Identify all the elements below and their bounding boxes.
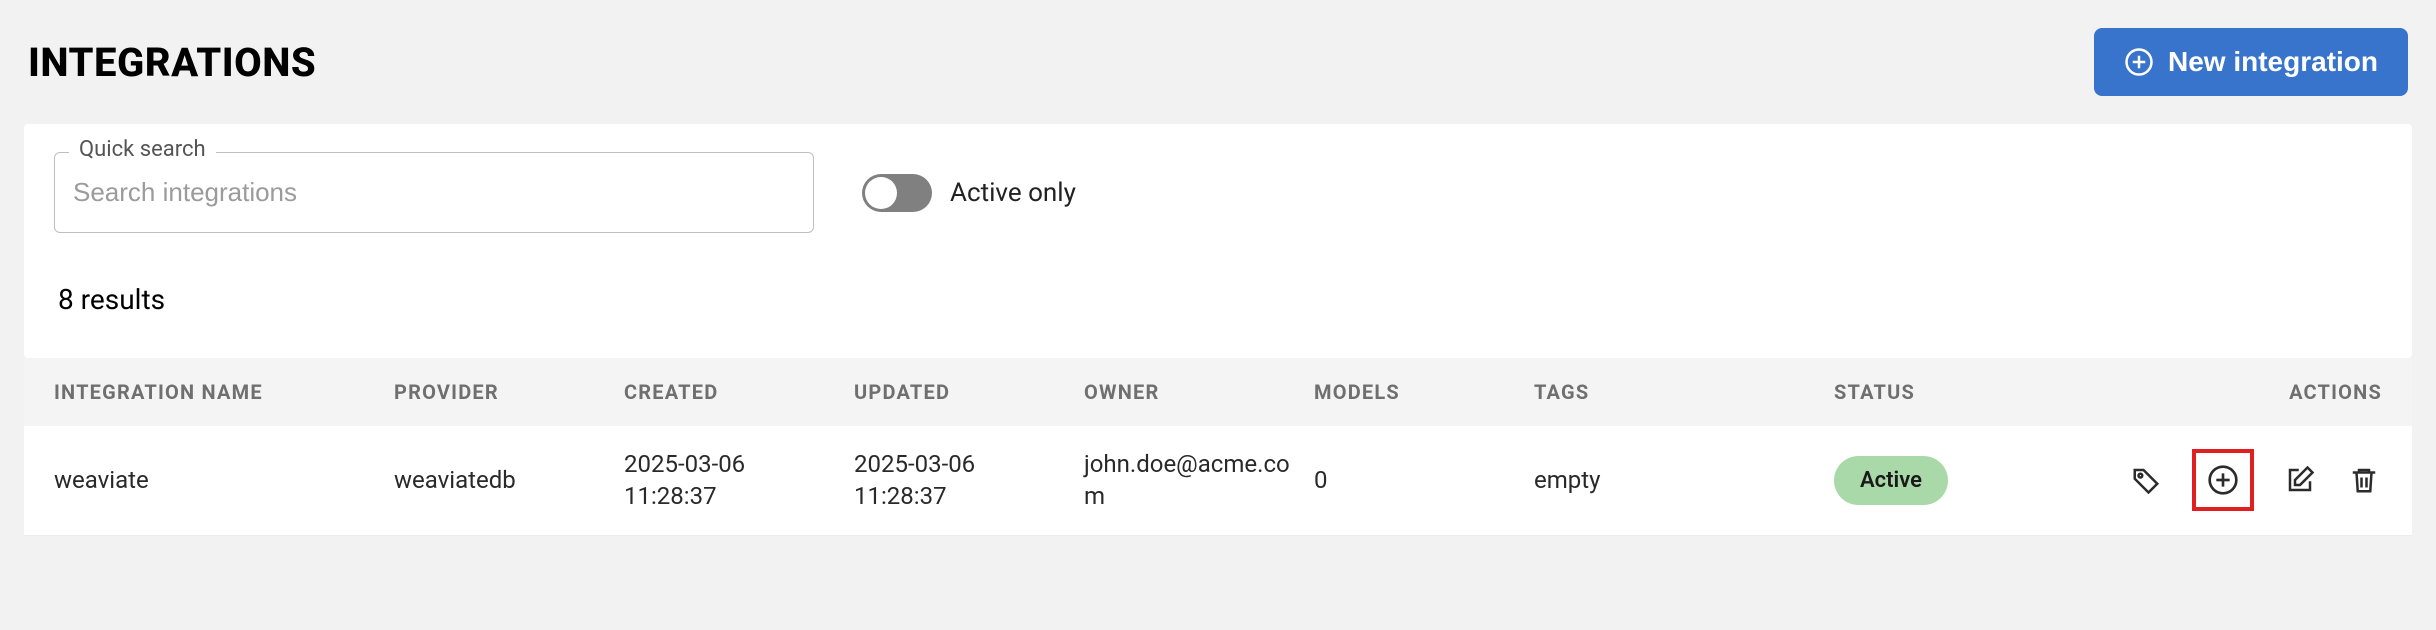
col-models: MODELS [1314, 380, 1534, 404]
edit-action-button[interactable] [2282, 462, 2318, 498]
status-cell: Active [1834, 456, 2114, 506]
owner-cell: john.doe@acme.com [1084, 448, 1314, 513]
page-title: INTEGRATIONS [28, 39, 316, 86]
search-fieldset: Quick search [54, 152, 814, 233]
actions-cell [2114, 449, 2382, 511]
col-actions: ACTIONS [2114, 380, 2382, 404]
provider-cell: weaviatedb [394, 464, 624, 496]
active-only-toggle[interactable] [862, 174, 932, 212]
add-action-button[interactable] [2192, 449, 2254, 511]
integration-name-link[interactable]: weaviate [54, 464, 394, 496]
table-header: INTEGRATION NAME PROVIDER CREATED UPDATE… [24, 358, 2412, 426]
search-input[interactable] [55, 153, 813, 232]
trash-icon [2349, 465, 2379, 495]
results-count: 8 results [54, 283, 2382, 316]
status-badge: Active [1834, 456, 1948, 506]
plus-circle-icon [2124, 47, 2154, 77]
created-cell: 2025-03-06 11:28:37 [624, 448, 854, 513]
models-link[interactable]: 0 [1314, 464, 1534, 496]
col-integration-name: INTEGRATION NAME [54, 380, 394, 404]
col-updated: UPDATED [854, 380, 1084, 404]
new-integration-label: New integration [2168, 46, 2378, 78]
col-created: CREATED [624, 380, 854, 404]
plus-circle-icon [2207, 464, 2239, 496]
updated-cell: 2025-03-06 11:28:37 [854, 448, 1084, 513]
tag-icon [2131, 465, 2161, 495]
tags-cell: empty [1534, 464, 1834, 496]
col-tags: TAGS [1534, 380, 1834, 404]
delete-action-button[interactable] [2346, 462, 2382, 498]
active-only-label: Active only [950, 178, 1076, 208]
toggle-knob [865, 177, 897, 209]
col-status: STATUS [1834, 380, 2114, 404]
col-provider: PROVIDER [394, 380, 624, 404]
edit-icon [2285, 465, 2315, 495]
tag-action-button[interactable] [2128, 462, 2164, 498]
new-integration-button[interactable]: New integration [2094, 28, 2408, 96]
col-owner: OWNER [1084, 380, 1314, 404]
table-row: weaviate weaviatedb 2025-03-06 11:28:37 … [24, 426, 2412, 536]
search-legend: Quick search [69, 137, 216, 162]
